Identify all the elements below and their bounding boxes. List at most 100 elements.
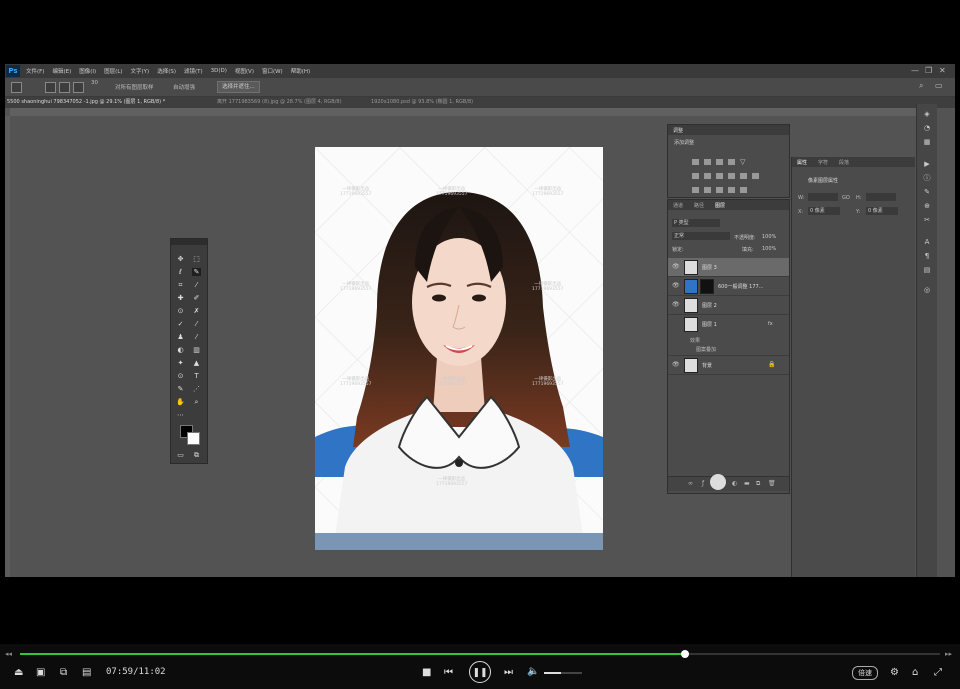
x-input[interactable]: 0 像素: [808, 207, 840, 215]
invert-icon[interactable]: [692, 187, 699, 193]
fullscreen-icon[interactable]: ⤢: [934, 667, 942, 678]
layer-row[interactable]: 👁 600一般调整 177...: [668, 277, 789, 296]
layer-mask-thumbnail[interactable]: [700, 279, 714, 294]
channel-mixer-icon[interactable]: [740, 173, 747, 179]
history-brush-tool-icon[interactable]: ✗: [192, 307, 201, 315]
mini-mode-icon[interactable]: ⌂: [912, 667, 918, 678]
seek-bar-progress[interactable]: [20, 653, 686, 655]
direct-select-tool-icon[interactable]: ⋰: [192, 385, 201, 393]
eject-icon[interactable]: ⏏: [14, 667, 23, 678]
more-tools-icon[interactable]: ⋯: [176, 411, 185, 419]
pen-tool-icon[interactable]: ◐: [176, 346, 185, 354]
seek-forward-icon[interactable]: ▸▸: [945, 650, 952, 658]
new-adjustment-icon[interactable]: ◐: [732, 480, 737, 487]
sample-all-layers-checkbox[interactable]: 对所有图层取样: [115, 83, 154, 91]
posterize-icon[interactable]: [704, 187, 711, 193]
menu-3d[interactable]: 3D(D): [211, 68, 227, 74]
clone-stamp-tool-icon[interactable]: ⊙: [176, 307, 185, 315]
tools-panel-header[interactable]: [171, 239, 207, 245]
healing-brush-tool-icon[interactable]: ✚: [176, 294, 185, 302]
tab-layers[interactable]: 图层: [715, 202, 725, 209]
seek-back-icon[interactable]: ◂◂: [5, 650, 12, 658]
glyphs-icon[interactable]: ▤: [922, 266, 932, 274]
y-input[interactable]: 0 像素: [866, 207, 898, 215]
lasso-tool-icon[interactable]: ℓ: [176, 268, 185, 276]
brightness-icon[interactable]: [692, 159, 699, 165]
tab-character[interactable]: 字符: [818, 159, 828, 166]
zoom-tool-icon[interactable]: T: [192, 372, 201, 380]
levels-icon[interactable]: [704, 159, 711, 165]
path-selection-tool-icon[interactable]: ✦: [176, 359, 185, 367]
screen-mode-icon[interactable]: ⧉: [192, 451, 201, 459]
libraries-icon[interactable]: ◎: [922, 286, 932, 294]
visibility-eye-icon[interactable]: 👁: [672, 361, 680, 368]
menu-edit[interactable]: 编辑(E): [52, 67, 71, 75]
menu-view[interactable]: 视图(V): [235, 67, 254, 75]
tab-paragraph[interactable]: 段落: [839, 159, 849, 166]
menu-layer[interactable]: 图层(L): [104, 67, 122, 75]
paths-icon[interactable]: ✂: [922, 216, 932, 224]
eraser-tool-icon[interactable]: ✓: [176, 320, 185, 328]
tab-channels[interactable]: 通道: [673, 202, 683, 209]
info-icon[interactable]: ⓘ: [922, 174, 932, 182]
color-balance-icon[interactable]: [704, 173, 711, 179]
menu-select[interactable]: 选择(S): [157, 67, 176, 75]
tab-properties[interactable]: 属性: [797, 159, 807, 166]
photo-filter-icon[interactable]: [728, 173, 735, 179]
crop-tool-icon[interactable]: ⌗: [176, 281, 185, 289]
black-white-icon[interactable]: [716, 173, 723, 179]
new-selection-icon[interactable]: [45, 82, 56, 93]
hue-saturation-icon[interactable]: [692, 173, 699, 179]
menu-type[interactable]: 文字(Y): [131, 67, 150, 75]
background-color-swatch[interactable]: [187, 432, 200, 445]
quick-mask-icon[interactable]: ▭: [176, 451, 185, 459]
layer-row[interactable]: 图层 1 fx 效果 图案叠加: [668, 315, 789, 356]
doc-tab-2[interactable]: 离开 1771983569 (8).jpg @ 28.7% (图层 4, RGB…: [217, 98, 342, 107]
visibility-eye-icon[interactable]: 👁: [672, 282, 680, 289]
color-icon[interactable]: ◔: [922, 124, 932, 132]
threshold-icon[interactable]: [716, 187, 723, 193]
subtract-selection-icon[interactable]: [73, 82, 84, 93]
gradient-tool-icon[interactable]: ⁄: [192, 320, 201, 328]
visibility-eye-icon[interactable]: 👁: [672, 263, 680, 270]
eyedropper-tool-icon[interactable]: ⁄: [192, 281, 201, 289]
actions-icon[interactable]: ▶: [922, 160, 932, 168]
add-mask-icon[interactable]: [710, 474, 726, 490]
workspace-icon[interactable]: ▭: [935, 81, 943, 90]
menu-window[interactable]: 窗口(W): [262, 67, 283, 75]
blur-tool-icon[interactable]: ♟: [176, 333, 185, 341]
swatches-icon[interactable]: ▦: [922, 138, 932, 146]
width-input[interactable]: [808, 193, 838, 201]
visibility-eye-icon[interactable]: 👁: [672, 301, 680, 308]
search-icon[interactable]: ⌕: [919, 81, 923, 91]
height-input[interactable]: [866, 193, 896, 201]
fill-input[interactable]: 100%: [762, 246, 776, 252]
exposure-icon[interactable]: [728, 159, 735, 165]
hand-tool-icon[interactable]: ✋: [176, 398, 185, 406]
layer-row-selected[interactable]: 👁 图层 3: [668, 258, 789, 277]
new-layer-icon[interactable]: ⧉: [756, 480, 760, 488]
brush-tool-icon[interactable]: ✐: [192, 294, 201, 302]
layer-row[interactable]: 👁 背景 🔒: [668, 356, 789, 375]
clone-source-icon[interactable]: ⊕: [922, 202, 932, 210]
new-group-icon[interactable]: ▬: [744, 480, 750, 487]
color-lookup-icon[interactable]: [752, 173, 759, 179]
next-icon[interactable]: ⏭: [504, 667, 513, 678]
minimize-button[interactable]: —: [911, 66, 919, 75]
stop-icon[interactable]: ■: [422, 667, 431, 678]
volume-icon[interactable]: 🔈: [527, 666, 539, 677]
fx-icon[interactable]: ƒ: [702, 480, 704, 487]
chat-icon[interactable]: ▤: [82, 667, 91, 678]
layer-row[interactable]: 👁 图层 2: [668, 296, 789, 315]
history-icon[interactable]: ◈: [922, 110, 932, 118]
curves-icon[interactable]: [716, 159, 723, 165]
character-icon[interactable]: A: [922, 238, 932, 246]
previous-icon[interactable]: ⏮: [444, 667, 453, 678]
screenshot-icon[interactable]: ⧉: [60, 667, 67, 678]
dodge-tool-icon[interactable]: ⁄: [192, 333, 201, 341]
menu-help[interactable]: 帮助(H): [291, 67, 310, 75]
pattern-overlay-effect[interactable]: 图案叠加: [696, 346, 716, 353]
close-button[interactable]: ✕: [939, 66, 946, 75]
auto-enhance-checkbox[interactable]: 自动增强: [173, 83, 195, 91]
opacity-input[interactable]: 100%: [762, 234, 776, 240]
